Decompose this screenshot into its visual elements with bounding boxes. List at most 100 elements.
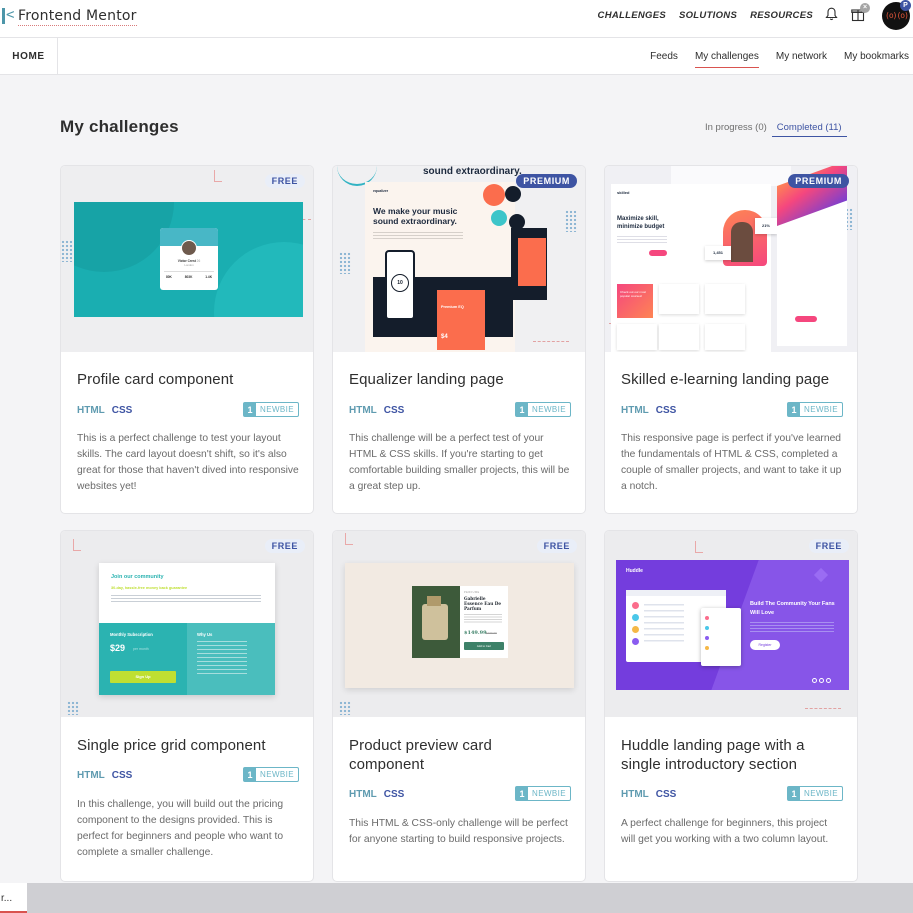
tech-tags: HTML CSS [621,789,683,800]
premium-badge: PREMIUM [516,174,577,188]
status-tab[interactable]: r... [0,883,27,913]
preview-kicker: PERFUME [464,591,480,594]
card-description: This is a perfect challenge to test your… [77,433,299,492]
tech-tags: HTML CSS [349,405,411,416]
preview-cta: Add to Cart [464,642,504,650]
card-title[interactable]: Skilled e-learning landing page [621,370,843,389]
challenge-filter: In progress (0) Completed (11) [700,120,847,137]
nav-resources[interactable]: RESOURCES [750,10,813,21]
secondary-nav: HOME Feeds My challenges My network My b… [0,38,913,75]
preview-headline: Maximize skill, minimize budget [617,216,665,230]
tab-my-challenges[interactable]: My challenges [694,50,759,68]
difficulty-badge: 1 NEWBIE [787,402,843,417]
challenge-card[interactable]: skilled Maximize skill, minimize budget … [604,165,858,514]
card-body: Single price grid component HTML CSS 1 N… [77,736,299,858]
filter-completed[interactable]: Completed (11) [771,120,847,137]
preview-heading: Join our community [111,574,164,580]
card-title[interactable]: Equalizer landing page [349,370,571,389]
card-title[interactable]: Product preview card component [349,736,571,774]
tag-css: CSS [383,405,405,416]
preview-canvas: Victor Crest 26 London 80K 803K 1.4K [74,202,303,317]
tab-home[interactable]: HOME [0,38,58,75]
tech-tags: HTML CSS [77,770,139,781]
challenge-card[interactable]: sound extraordinary. equalizer We make y… [332,165,586,514]
card-body: Product preview card component HTML CSS … [349,736,571,845]
preview-panel-text: Check out our most popular courses! [620,290,647,298]
tab-my-network[interactable]: My network [776,50,827,64]
tag-css: CSS [383,789,405,800]
level-name: NEWBIE [260,770,294,779]
subnav-links: Feeds My challenges My network My bookma… [650,38,913,75]
premium-badge: PREMIUM [788,174,849,188]
card-title[interactable]: Single price grid component [77,736,299,755]
preview-monthly: Monthly Subscription [110,632,153,637]
decor-dots [565,210,577,232]
decor-shape [73,539,81,551]
challenge-card[interactable]: Join our community 30-day, hassle-free m… [60,530,314,882]
logo-mark-icon: < [0,6,16,26]
card-body: Skilled e-learning landing page HTML CSS… [621,370,843,492]
preview-brand: equalizer [373,189,389,193]
tab-feeds[interactable]: Feeds [650,50,678,64]
preview-price: $4 [441,334,448,340]
free-badge: FREE [264,174,305,188]
level-name: NEWBIE [532,405,566,414]
preview-headline: We make your music sound extraordinary. [373,206,458,226]
preview-why: Why Us [197,632,213,637]
card-preview-image[interactable]: Victor Crest 26 London 80K 803K 1.4K [61,166,313,352]
card-body: Huddle landing page with a single introd… [621,736,843,845]
card-body: Profile card component HTML CSS 1 NEWBIE… [77,370,299,492]
card-title[interactable]: Profile card component [77,370,299,389]
main-nav: CHALLENGES SOLUTIONS RESOURCES [598,9,813,21]
preview-canvas: PERFUME Gabrielle Essence Eau De Parfum … [345,563,574,688]
preview-brand: Huddle [626,568,643,574]
bell-icon[interactable] [825,7,838,21]
difficulty-badge: 1 NEWBIE [515,786,571,801]
preview-price-label: Premium EQ [441,305,464,309]
tag-css: CSS [111,405,133,416]
decor-zigzag [805,701,841,709]
challenge-card[interactable]: Huddle Build The Community Your Fans Wil… [604,530,858,882]
preview-canvas: Huddle Build The Community Your Fans Wil… [616,560,849,690]
top-header: < Frontend Mentor CHALLENGES SOLUTIONS R… [0,0,913,38]
filter-in-progress[interactable]: In progress (0) [700,120,772,137]
nav-solutions[interactable]: SOLUTIONS [679,10,737,21]
decor-shape [345,533,353,545]
profile-card-mini: Victor Crest 26 London 80K 803K 1.4K [160,228,218,290]
avatar-badge: P [900,0,911,11]
card-title[interactable]: Huddle landing page with a single introd… [621,736,843,774]
gift-close-icon[interactable]: × [860,3,870,13]
free-badge: FREE [808,539,849,553]
tag-css: CSS [655,405,677,416]
preview-count: 1,451 [705,246,731,260]
preview-per: per month [133,647,149,651]
level-number: 1 [244,768,257,781]
nav-challenges[interactable]: CHALLENGES [598,10,666,21]
card-preview-image[interactable]: Huddle Build The Community Your Fans Wil… [605,531,857,717]
preview-old-price: $169.99 [486,631,497,635]
brand-logo[interactable]: < Frontend Mentor [0,4,137,28]
card-preview-image[interactable]: sound extraordinary. equalizer We make y… [333,166,585,352]
difficulty-badge: 1 NEWBIE [243,767,299,782]
tag-html: HTML [621,405,649,416]
card-description: A perfect challenge for beginners, this … [621,818,829,845]
difficulty-badge: 1 NEWBIE [515,402,571,417]
tab-my-bookmarks[interactable]: My bookmarks [844,50,909,64]
decor-dots [339,701,351,715]
card-preview-image[interactable]: PERFUME Gabrielle Essence Eau De Parfum … [333,531,585,717]
level-name: NEWBIE [804,405,838,414]
level-name: NEWBIE [260,405,294,414]
card-preview-image[interactable]: skilled Maximize skill, minimize budget … [605,166,857,352]
decor-dots [67,701,79,715]
preview-stat: 21% [755,218,777,234]
card-preview-image[interactable]: Join our community 30-day, hassle-free m… [61,531,313,717]
level-name: NEWBIE [804,789,838,798]
tech-tags: HTML CSS [349,789,411,800]
challenge-card[interactable]: PERFUME Gabrielle Essence Eau De Parfum … [332,530,586,882]
card-description: This HTML & CSS-only challenge will be p… [349,818,568,845]
preview-product-name: Gabrielle Essence Eau De Parfum [464,596,501,611]
level-number: 1 [788,787,801,800]
challenge-card[interactable]: Victor Crest 26 London 80K 803K 1.4K FREE … [60,165,314,514]
free-badge: FREE [536,539,577,553]
preview-page: equalizer We make your music sound extra… [365,182,515,352]
